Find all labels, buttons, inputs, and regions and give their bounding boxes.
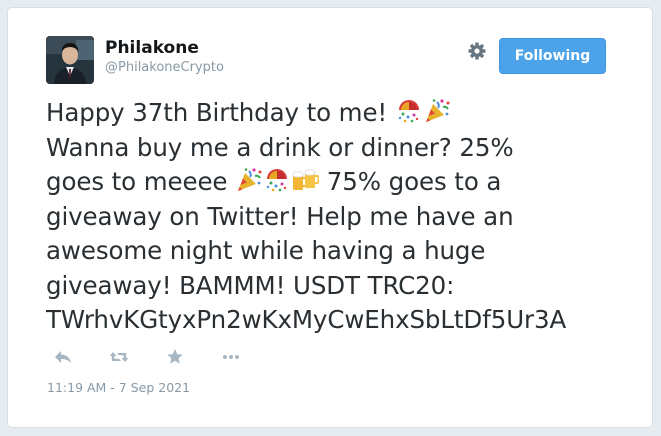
tweet-line: giveaway! BAMMM! USDT TRC20:	[46, 269, 652, 304]
tweet-line: giveaway on Twitter! Help me have an	[46, 200, 652, 235]
tweet-card: Philakone @PhilakoneCrypto Following Hap…	[7, 7, 653, 428]
reply-icon[interactable]	[52, 346, 74, 368]
following-button[interactable]: Following	[499, 38, 606, 74]
tweet-line-text: Wanna buy me a drink or dinner? 25%	[46, 132, 514, 162]
gear-icon[interactable]	[467, 41, 487, 61]
user-handle[interactable]: @PhilakoneCrypto	[105, 60, 224, 75]
confetti-ball-icon	[263, 167, 291, 193]
tweet-line-text: goes to meeee	[46, 167, 236, 196]
avatar[interactable]	[46, 36, 94, 84]
confetti-ball-icon	[395, 98, 423, 124]
tweet-timestamp[interactable]: 11:19 AM - 7 Sep 2021	[47, 380, 190, 395]
tweet-line-text: awesome night while having a huge	[46, 236, 486, 265]
tweet-line-text: giveaway on Twitter! Help me have an	[46, 201, 514, 231]
tweet-line-text: Happy 37th Birthday to me!	[46, 98, 395, 127]
tweet-line: Happy 37th Birthday to me!	[46, 96, 652, 131]
tweet-line: Wanna buy me a drink or dinner? 25%	[46, 131, 652, 166]
favorite-icon[interactable]	[164, 346, 186, 368]
beer-mugs-icon	[291, 167, 320, 193]
tweet-line-text: 75% goes to a	[319, 167, 502, 196]
tweet-line: TWrhvKGtyxPn2wKxMyCwEhxSbLtDf5Ur3A	[46, 303, 652, 338]
tweet-text: Happy 37th Birthday to me! Wanna buy me …	[46, 96, 652, 338]
tweet-line: goes to meeee 75% goes to a	[46, 165, 652, 200]
retweet-icon[interactable]	[108, 346, 130, 368]
party-popper-icon	[423, 98, 451, 124]
party-popper-icon	[235, 167, 263, 193]
tweet-line: awesome night while having a huge	[46, 234, 652, 269]
tweet-line-text: TWrhvKGtyxPn2wKxMyCwEhxSbLtDf5Ur3A	[46, 305, 567, 334]
tweet-actions	[46, 346, 266, 368]
display-name[interactable]: Philakone	[105, 38, 199, 58]
tweet-line-text: giveaway! BAMMM! USDT TRC20:	[46, 270, 455, 300]
more-icon[interactable]	[220, 346, 242, 368]
